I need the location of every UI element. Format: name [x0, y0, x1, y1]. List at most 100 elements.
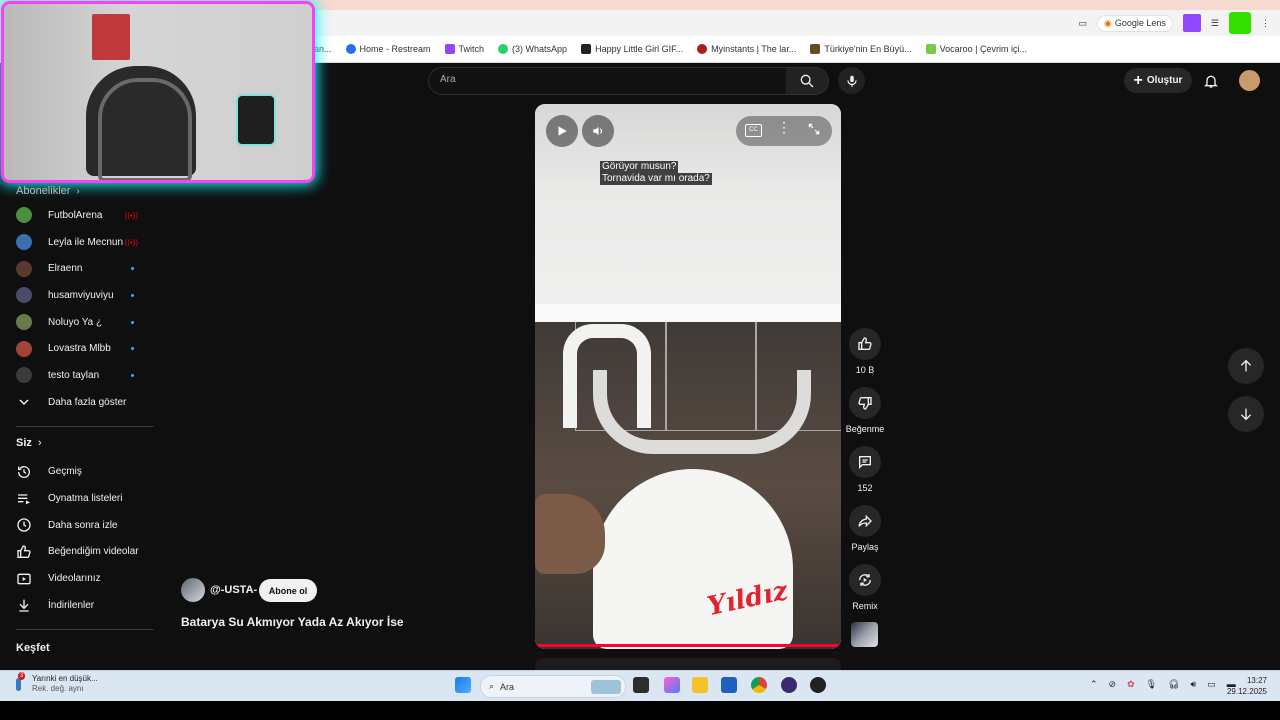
- bookmark-item[interactable]: Twitch: [444, 44, 484, 54]
- sidebar-item-history[interactable]: Geçmiş: [0, 459, 160, 486]
- chrome-icon[interactable]: [751, 677, 767, 693]
- lens-icon: ◉: [1104, 17, 1112, 28]
- subscription-item[interactable]: Noluyo Ya ¿: [0, 309, 160, 336]
- channel-avatar[interactable]: [181, 578, 205, 602]
- site-icon: [810, 44, 821, 54]
- sidebar-item-downloads[interactable]: İndirilenler: [0, 592, 160, 619]
- bookmark-item[interactable]: Vocaroo | Çevrim içi...: [925, 44, 1027, 54]
- next-video-peek: [535, 658, 841, 670]
- previous-video-button[interactable]: [1228, 348, 1264, 384]
- history-icon: [18, 465, 30, 478]
- volume-icon[interactable]: 🔊︎: [1191, 679, 1197, 690]
- webcam-overlay: [4, 4, 312, 180]
- volume-button[interactable]: [582, 115, 614, 147]
- system-tray: ⌃ ⊘ ✿ 🎙︎ 🎧︎ 🔊︎ ▭ ▬: [1090, 679, 1236, 690]
- subscription-item[interactable]: Leyla ile Mecnun ((•)): [0, 229, 160, 256]
- bookmark-item[interactable]: Happy Little Girl GIF...: [581, 44, 683, 54]
- play-button[interactable]: [546, 115, 578, 147]
- channel-name: testo taylan: [48, 369, 100, 381]
- bookmark-item[interactable]: an...: [314, 44, 332, 54]
- search-icon: [800, 74, 814, 88]
- show-more-label: Daha fazla göster: [48, 396, 127, 408]
- google-lens-chip[interactable]: ◉ Google Lens: [1097, 14, 1173, 32]
- taskbar-search[interactable]: ⌕ Ara: [480, 675, 626, 698]
- fullscreen-button[interactable]: [807, 122, 821, 141]
- share-label: Paylaş: [851, 542, 879, 552]
- you-header[interactable]: Siz ›: [0, 427, 160, 459]
- sidebar-item-watch-later[interactable]: Daha sonra izle: [0, 512, 160, 539]
- microphone-icon: [846, 75, 857, 87]
- extension-k-icon[interactable]: [1229, 12, 1251, 34]
- notifications-button[interactable]: [1201, 71, 1221, 91]
- caption-line: Görüyor musun?: [600, 161, 679, 173]
- share-button[interactable]: Paylaş: [848, 505, 882, 552]
- taskbar-clock[interactable]: 13:27 29.12.2025: [1225, 675, 1267, 697]
- reading-list-icon[interactable]: ☰: [1211, 18, 1219, 29]
- show-more-button[interactable]: Daha fazla göster: [0, 389, 160, 416]
- shorts-video-player[interactable]: Yıldız CC ⋮ Görüyor musun? Tornavida var…: [535, 104, 841, 649]
- tray-colorful-icon[interactable]: ✿: [1127, 679, 1135, 690]
- more-options-icon[interactable]: ⋮: [777, 119, 791, 136]
- comment-count: 152: [857, 483, 873, 493]
- menu-kebab-icon[interactable]: ⋮: [1261, 18, 1270, 29]
- bookmark-item[interactable]: Myinstants | The lar...: [697, 44, 796, 54]
- voice-search-button[interactable]: [838, 67, 865, 94]
- video-title[interactable]: Batarya Su Akmıyor Yada Az Akıyor İse: [181, 615, 404, 629]
- like-button[interactable]: 10 B: [848, 328, 882, 375]
- microsoft-store-icon[interactable]: [721, 677, 737, 693]
- subscriptions-header[interactable]: Abonelikler ›: [0, 180, 160, 202]
- channel-name: Elraenn: [48, 263, 83, 275]
- share-icon: [858, 514, 872, 528]
- cast-icon[interactable]: ▭: [1079, 18, 1088, 29]
- file-explorer-icon[interactable]: [692, 677, 708, 693]
- search-highlight-icon: [591, 679, 621, 694]
- bookmark-item[interactable]: Türkiye'nin En Büyü...: [810, 44, 912, 54]
- task-view-icon[interactable]: [633, 677, 649, 693]
- subscribe-button[interactable]: Abone ol: [259, 579, 317, 602]
- video-progress-bar[interactable]: [535, 644, 841, 647]
- sidebar-item-liked-videos[interactable]: Beğendiğim videolar: [0, 539, 160, 566]
- subscription-item[interactable]: FutbolArena ((•)): [0, 202, 160, 229]
- subscription-item[interactable]: husamviyuviyu: [0, 282, 160, 309]
- wall-poster: [92, 14, 130, 60]
- discord-icon[interactable]: [781, 677, 797, 693]
- tray-mic-icon[interactable]: 🎙︎: [1146, 679, 1157, 690]
- sidebar-item-playlists[interactable]: Oynatma listeleri: [0, 485, 160, 512]
- bookmark-item[interactable]: (3) WhatsApp: [498, 44, 567, 54]
- gaming-chair-rim: [98, 78, 192, 180]
- tray-headset-icon[interactable]: 🎧︎: [1168, 679, 1179, 690]
- chevron-up-icon[interactable]: ⌃: [1090, 679, 1098, 690]
- bookmark-label: an...: [314, 44, 332, 54]
- subscription-item[interactable]: Elraenn: [0, 255, 160, 282]
- tray-app-icon[interactable]: ⊘: [1109, 679, 1117, 690]
- weather-text-line1: Yarınki en düşük...: [32, 674, 98, 683]
- dislike-button[interactable]: Beğenme: [846, 387, 884, 434]
- weather-badge: 3: [18, 672, 26, 680]
- sink-edge: [535, 304, 841, 322]
- subscription-item[interactable]: testo taylan: [0, 362, 160, 389]
- network-icon[interactable]: ▭: [1207, 679, 1216, 690]
- hand: [535, 494, 605, 574]
- channel-name: Lovastra Mlbb: [48, 343, 111, 355]
- bookmark-item[interactable]: Home - Restream: [345, 44, 431, 54]
- subscription-item[interactable]: Lovastra Mlbb: [0, 335, 160, 362]
- sidebar-item-your-videos[interactable]: Videolarınız: [0, 565, 160, 592]
- search-input[interactable]: [428, 67, 788, 95]
- sound-thumbnail[interactable]: [851, 622, 878, 647]
- windows-start-icon[interactable]: [455, 677, 471, 693]
- live-icon: ((•)): [124, 237, 138, 247]
- comments-button[interactable]: 152: [848, 446, 882, 493]
- remix-button[interactable]: Remix: [848, 564, 882, 611]
- weather-widget[interactable]: 3 Yarınki en düşük... Rek. değ. aynı: [12, 672, 98, 694]
- next-video-button[interactable]: [1228, 396, 1264, 432]
- twitch-extension-icon[interactable]: [1182, 14, 1201, 32]
- app-icon[interactable]: [810, 677, 826, 693]
- account-avatar[interactable]: [1239, 70, 1260, 91]
- chevron-down-icon: [19, 399, 29, 406]
- microphone: [236, 94, 276, 146]
- search-button[interactable]: [786, 67, 829, 95]
- create-button[interactable]: + Oluştur: [1124, 68, 1192, 93]
- captions-icon[interactable]: CC: [745, 124, 762, 137]
- channel-name[interactable]: @-USTA-: [210, 584, 257, 596]
- copilot-icon[interactable]: [664, 677, 680, 693]
